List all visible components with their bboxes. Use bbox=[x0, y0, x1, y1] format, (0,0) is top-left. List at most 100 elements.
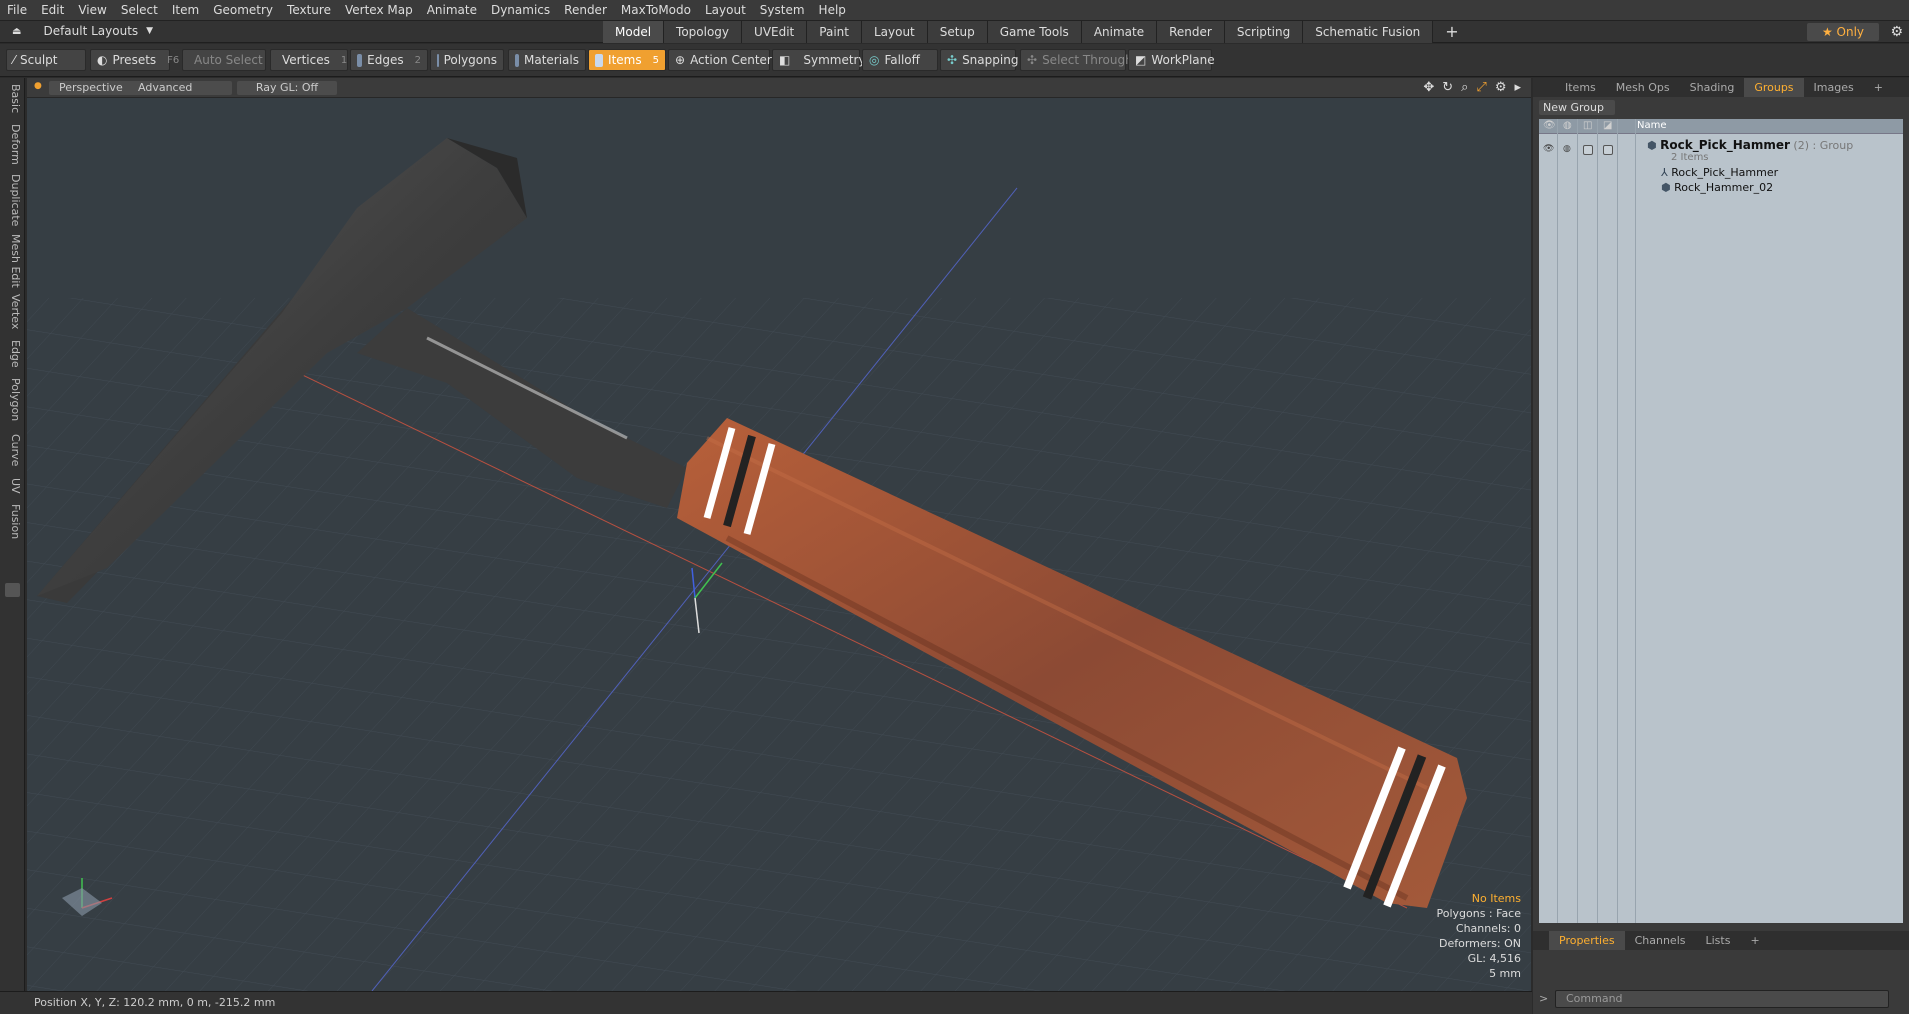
tab-images[interactable]: Images bbox=[1804, 78, 1864, 97]
menu-texture[interactable]: Texture bbox=[280, 0, 338, 21]
star-icon: ★ bbox=[1821, 25, 1837, 39]
vtab-polygon[interactable]: Polygon bbox=[3, 378, 22, 421]
menu-animate[interactable]: Animate bbox=[420, 0, 484, 21]
workplane-icon: ◩ bbox=[1135, 53, 1147, 67]
vtab-vertex[interactable]: Vertex bbox=[3, 294, 22, 329]
visibility-eye-icon[interactable]: 👁 bbox=[1543, 120, 1556, 131]
tab-paint[interactable]: Paint bbox=[807, 21, 862, 43]
layout-selector[interactable]: ⏏ Default Layouts ▼ bbox=[12, 24, 153, 38]
new-group-button[interactable]: New Group bbox=[1539, 100, 1615, 115]
select-toggle-icon[interactable]: ◪ bbox=[1603, 120, 1612, 131]
menu-maxtomodo[interactable]: MaxToModo bbox=[614, 0, 698, 21]
tab-mesh-ops[interactable]: Mesh Ops bbox=[1606, 78, 1680, 97]
tab-groups[interactable]: Groups bbox=[1744, 78, 1804, 97]
menu-system[interactable]: System bbox=[753, 0, 812, 21]
brush-icon: ⁄ bbox=[13, 53, 16, 67]
action-center-button[interactable]: ⊕ Action Center bbox=[668, 49, 772, 71]
vtab-edge[interactable]: Edge bbox=[3, 340, 22, 368]
tab-properties[interactable]: Properties bbox=[1549, 931, 1625, 950]
auto-select-button[interactable]: Auto Select bbox=[182, 49, 266, 71]
raygl-button[interactable]: Ray GL: Off bbox=[237, 81, 337, 95]
command-input[interactable]: Command bbox=[1555, 990, 1889, 1008]
falloff-icon: ◎ bbox=[869, 53, 880, 67]
group-row[interactable]: ⬢ Rock_Pick_Hammer (2) : Group bbox=[1647, 138, 1853, 152]
tree-item-rock-hammer-02[interactable]: ⬢ Rock_Hammer_02 bbox=[1661, 181, 1773, 194]
materials-button[interactable]: Materials bbox=[508, 49, 586, 71]
menu-render[interactable]: Render bbox=[557, 0, 614, 21]
tab-uvedit[interactable]: UVEdit bbox=[742, 21, 808, 43]
vertices-label: Vertices bbox=[282, 53, 330, 67]
triangle-right-icon[interactable]: ▸ bbox=[1514, 80, 1521, 95]
only-button[interactable]: ★ Only bbox=[1807, 23, 1879, 41]
tab-items[interactable]: Items bbox=[1555, 78, 1606, 97]
pan-icon[interactable]: ✥ bbox=[1423, 80, 1434, 95]
row-render-icon[interactable]: ◍ bbox=[1563, 144, 1573, 154]
menu-edit[interactable]: Edit bbox=[34, 0, 71, 21]
sculpt-button[interactable]: ⁄ Sculpt bbox=[6, 49, 86, 71]
vertices-button[interactable]: Vertices 1 bbox=[270, 49, 348, 71]
left-tool-strip: Basic Deform Duplicate Mesh Edit Vertex … bbox=[0, 78, 25, 991]
viewport-scene bbox=[27, 98, 1531, 991]
row-lock-checkbox[interactable] bbox=[1583, 145, 1593, 155]
row-select-checkbox[interactable] bbox=[1603, 145, 1613, 155]
tab-layout[interactable]: Layout bbox=[861, 21, 928, 43]
tab-lists[interactable]: Lists bbox=[1696, 931, 1741, 950]
symmetry-button[interactable]: ◧ Symmetry bbox=[772, 49, 866, 71]
vtab-deform[interactable]: Deform bbox=[3, 124, 22, 165]
menu-vertex-map[interactable]: Vertex Map bbox=[338, 0, 420, 21]
presets-button[interactable]: ◐ Presets F6 bbox=[90, 49, 179, 71]
falloff-button[interactable]: ◎ Falloff bbox=[862, 49, 938, 71]
lock-icon[interactable]: ◫ bbox=[1583, 120, 1592, 131]
menu-geometry[interactable]: Geometry bbox=[206, 0, 280, 21]
tab-render[interactable]: Render bbox=[1157, 21, 1225, 43]
tab-animate[interactable]: Animate bbox=[1081, 21, 1158, 43]
polygons-button[interactable]: Polygons bbox=[430, 49, 504, 71]
vtab-uv[interactable]: UV bbox=[3, 478, 22, 494]
menu-view[interactable]: View bbox=[71, 0, 113, 21]
snapping-label: Snapping bbox=[962, 53, 1019, 67]
render-toggle-icon[interactable]: ◍ bbox=[1563, 120, 1572, 131]
materials-label: Materials bbox=[523, 53, 579, 67]
workplane-button[interactable]: ◩ WorkPlane bbox=[1128, 49, 1215, 71]
shading-advanced-button[interactable]: Advanced bbox=[128, 81, 232, 95]
tab-setup[interactable]: Setup bbox=[927, 21, 988, 43]
rotate-icon[interactable]: ↻ bbox=[1442, 80, 1453, 95]
name-column-header[interactable]: Name bbox=[1637, 120, 1667, 131]
add-tab-icon[interactable]: + bbox=[1433, 21, 1470, 43]
settings-icon[interactable]: ⚙ bbox=[1495, 80, 1507, 95]
add-properties-tab-icon[interactable]: + bbox=[1740, 931, 1769, 950]
vtab-fusion[interactable]: Fusion bbox=[3, 504, 22, 539]
vtab-curve[interactable]: Curve bbox=[3, 434, 22, 466]
tab-schematic-fusion[interactable]: Schematic Fusion bbox=[1303, 21, 1434, 43]
strip-toggle-button[interactable] bbox=[5, 583, 20, 597]
tab-channels[interactable]: Channels bbox=[1625, 931, 1696, 950]
gear-icon[interactable]: ⚙ bbox=[1890, 24, 1903, 40]
menu-file[interactable]: File bbox=[0, 0, 34, 21]
items-button[interactable]: Items 5 bbox=[588, 49, 666, 71]
tab-topology[interactable]: Topology bbox=[664, 21, 743, 43]
select-through-button[interactable]: ✣ Select Through bbox=[1020, 49, 1133, 71]
edges-button[interactable]: Edges 2 bbox=[350, 49, 428, 71]
tab-scripting[interactable]: Scripting bbox=[1224, 21, 1304, 43]
3d-viewport[interactable]: ● Perspective Advanced Ray GL: Off ✥ ↻ ⌕… bbox=[27, 78, 1531, 991]
maximize-icon[interactable]: ⤢ bbox=[1476, 80, 1486, 95]
right-panel: Items Mesh Ops Shading Groups Images + N… bbox=[1533, 78, 1909, 1014]
tab-game-tools[interactable]: Game Tools bbox=[987, 21, 1082, 43]
vtab-basic[interactable]: Basic bbox=[3, 84, 22, 113]
tab-model[interactable]: Model bbox=[603, 21, 665, 43]
menu-dynamics[interactable]: Dynamics bbox=[484, 0, 557, 21]
vtab-duplicate[interactable]: Duplicate bbox=[3, 174, 22, 226]
tab-shading[interactable]: Shading bbox=[1680, 78, 1745, 97]
snapping-button[interactable]: ✣ Snapping bbox=[940, 49, 1019, 71]
menu-layout[interactable]: Layout bbox=[698, 0, 753, 21]
row-visibility-eye-icon[interactable]: 👁 bbox=[1543, 144, 1554, 154]
symmetry-label: Symmetry bbox=[803, 53, 866, 67]
menu-item[interactable]: Item bbox=[165, 0, 206, 21]
add-panel-tab-icon[interactable]: + bbox=[1864, 78, 1893, 97]
tree-item-rock-pick-hammer[interactable]: ⅄ Rock_Pick_Hammer bbox=[1661, 166, 1778, 179]
vtab-mesh-edit[interactable]: Mesh Edit bbox=[3, 234, 22, 288]
zoom-icon[interactable]: ⌕ bbox=[1461, 80, 1468, 95]
menu-help[interactable]: Help bbox=[812, 0, 853, 21]
menu-select[interactable]: Select bbox=[114, 0, 165, 21]
toolbar: ⁄ Sculpt ◐ Presets F6 Auto Select Vertices 1… bbox=[0, 44, 1909, 77]
